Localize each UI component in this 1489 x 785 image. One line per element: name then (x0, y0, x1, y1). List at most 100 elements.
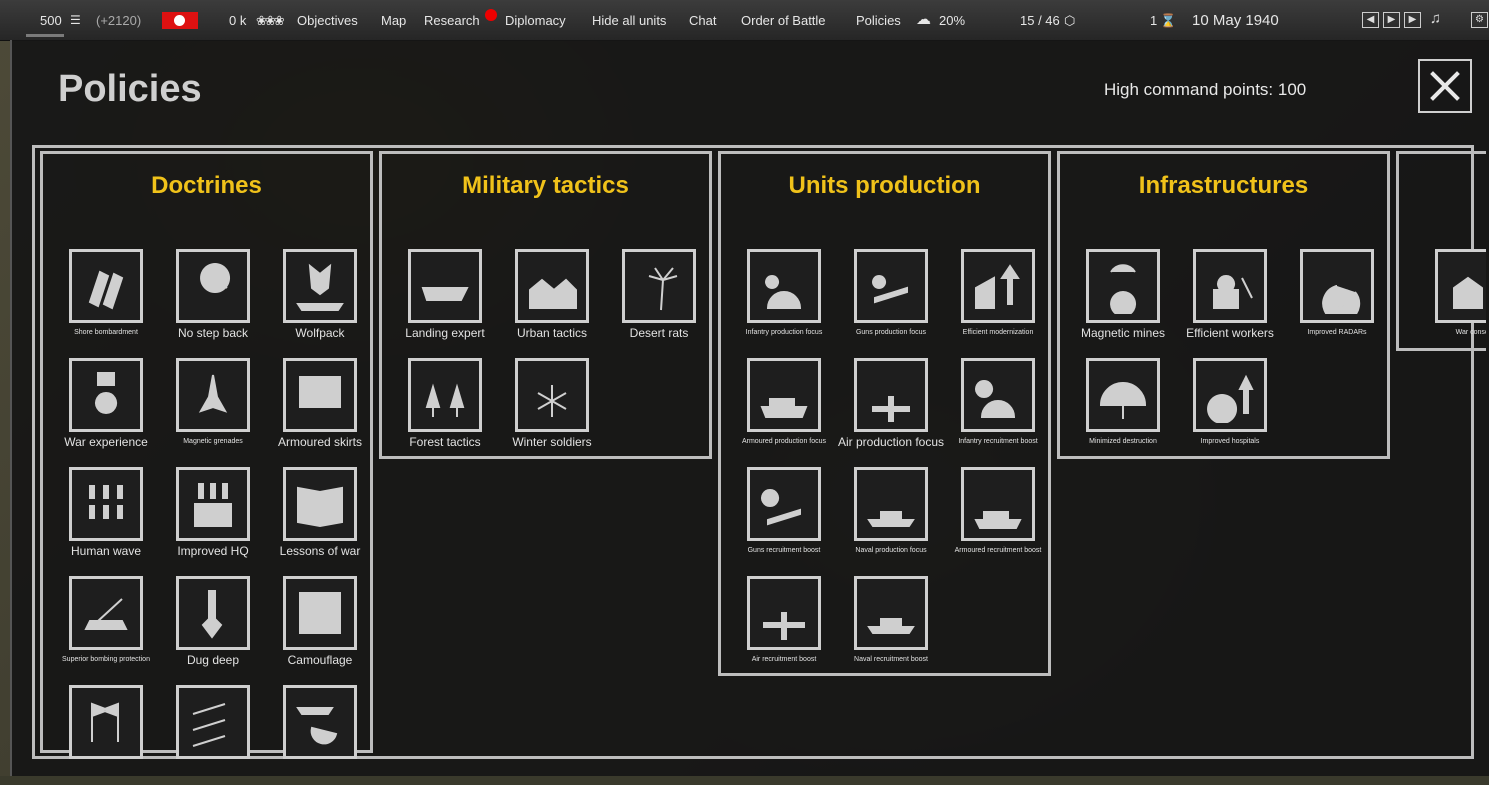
policy-card[interactable]: War consc (1419, 249, 1486, 348)
policy-icon-box[interactable] (622, 249, 696, 323)
policy-icon-box[interactable] (283, 358, 357, 432)
policy-label: Superior bombing protection (62, 656, 150, 663)
policy-icon-box[interactable] (283, 685, 357, 759)
policy-icon-box[interactable] (515, 358, 589, 432)
policy-card[interactable]: Lessons of war (267, 467, 373, 567)
policy-card[interactable] (160, 685, 266, 785)
policy-card[interactable]: Infantry recruitment boost (945, 358, 1051, 458)
policy-icon-box[interactable] (854, 576, 928, 650)
policy-card[interactable]: Guns production focus (838, 249, 944, 349)
policy-icon-box[interactable] (854, 249, 928, 323)
policy-card[interactable] (53, 685, 159, 785)
policy-icon-box[interactable] (1193, 249, 1267, 323)
policy-card[interactable]: Magnetic mines (1070, 249, 1176, 349)
snowflake-icon (537, 385, 567, 417)
policy-icon-box[interactable] (961, 249, 1035, 323)
policy-icon-box[interactable] (176, 249, 250, 323)
policy-card[interactable]: Efficient modernization (945, 249, 1051, 349)
policy-card[interactable]: Improved HQ (160, 467, 266, 567)
menu-order-of-battle[interactable]: Order of Battle (741, 13, 826, 28)
menu-research[interactable]: Research (424, 13, 480, 28)
clock-tank-icon (974, 511, 1022, 529)
policy-card[interactable]: Guns recruitment boost (731, 467, 837, 567)
policy-card[interactable]: Desert rats (606, 249, 712, 349)
policy-card[interactable] (267, 685, 373, 785)
policy-icon-box[interactable] (69, 358, 143, 432)
policy-icon-box[interactable] (747, 358, 821, 432)
policy-card[interactable]: Wolfpack (267, 249, 373, 349)
music-icon[interactable]: ♫ (1427, 11, 1444, 28)
policy-card[interactable]: Air production focus (838, 358, 944, 458)
policy-card[interactable]: Human wave (53, 467, 159, 567)
policy-icon-box[interactable] (176, 685, 250, 759)
policy-icon-box[interactable] (747, 467, 821, 541)
menu-hide-units[interactable]: Hide all units (592, 13, 666, 28)
menu-policies[interactable]: Policies (856, 13, 901, 28)
policy-card[interactable]: Armoured recruitment boost (945, 467, 1051, 567)
landing-craft-icon (421, 287, 469, 301)
policy-label: Air production focus (837, 435, 945, 449)
menu-diplomacy[interactable]: Diplomacy (505, 13, 566, 28)
policy-icon-box[interactable] (1193, 358, 1267, 432)
policy-icon-box[interactable] (283, 576, 357, 650)
policy-card[interactable]: Armoured skirts (267, 358, 373, 458)
policy-card[interactable]: Urban tactics (499, 249, 605, 349)
policy-card[interactable]: Improved RADARs (1284, 249, 1390, 349)
policy-card[interactable]: War experience (53, 358, 159, 458)
policy-icon-box[interactable] (1300, 249, 1374, 323)
policy-card[interactable]: Forest tactics (392, 358, 498, 458)
policy-card[interactable]: Superior bombing protection (53, 576, 159, 676)
menu-chat[interactable]: Chat (689, 13, 716, 28)
trees-icon (425, 383, 465, 417)
menu-objectives[interactable]: Objectives (297, 13, 358, 28)
policy-icon-box[interactable] (854, 358, 928, 432)
menu-map[interactable]: Map (381, 13, 406, 28)
skip-forward-icon[interactable]: ▶ (1404, 12, 1421, 28)
policy-card[interactable]: No step back (160, 249, 266, 349)
policy-card[interactable]: Improved hospitals (1177, 358, 1283, 458)
policy-card[interactable]: Air recruitment boost (731, 576, 837, 676)
policy-icon-box[interactable] (1435, 249, 1486, 323)
policy-card[interactable]: Landing expert (392, 249, 498, 349)
policy-card[interactable]: Armoured production focus (731, 358, 837, 458)
policy-icon-box[interactable] (854, 467, 928, 541)
policy-icon-box[interactable] (283, 249, 357, 323)
policy-icon-box[interactable] (961, 467, 1035, 541)
policy-card[interactable]: Shore bombardment (53, 249, 159, 349)
policy-icon-box[interactable] (408, 358, 482, 432)
policy-icon-box[interactable] (69, 685, 143, 759)
policy-card[interactable]: Dug deep (160, 576, 266, 676)
policy-card[interactable]: Naval production focus (838, 467, 944, 567)
policy-icon-box[interactable] (408, 249, 482, 323)
policy-icon-box[interactable] (69, 249, 143, 323)
play-pause-icon[interactable]: ▶ (1383, 12, 1400, 28)
policy-card[interactable]: Naval recruitment boost (838, 576, 944, 676)
policy-icon-box[interactable] (747, 249, 821, 323)
nation-flag-icon[interactable] (162, 12, 198, 29)
policy-icon-box[interactable] (1086, 358, 1160, 432)
settings-icon[interactable]: ⚙ (1471, 12, 1488, 28)
policy-column-units-production: Units production Infantry production focu… (718, 151, 1051, 676)
policy-icon-box[interactable] (176, 358, 250, 432)
policy-card[interactable]: Magnetic grenades (160, 358, 266, 458)
policy-card[interactable]: Infantry production focus (731, 249, 837, 349)
policy-icon-box[interactable] (515, 249, 589, 323)
air-support-icon (296, 707, 338, 745)
policy-icon-box[interactable] (176, 576, 250, 650)
close-button[interactable] (1418, 59, 1472, 113)
policy-card[interactable]: Efficient workers (1177, 249, 1283, 349)
policy-icon-box[interactable] (283, 467, 357, 541)
policy-icon-box[interactable] (961, 358, 1035, 432)
policy-card[interactable]: Minimized destruction (1070, 358, 1176, 458)
policy-icon-box[interactable] (69, 576, 143, 650)
policy-label: Infantry production focus (745, 329, 823, 336)
policy-icon-box[interactable] (747, 576, 821, 650)
policy-card[interactable]: Camouflage (267, 576, 373, 676)
shovel-icon (201, 590, 223, 639)
command-points-label: High command points: 100 (1104, 80, 1307, 99)
policy-icon-box[interactable] (1086, 249, 1160, 323)
policy-icon-box[interactable] (69, 467, 143, 541)
skip-back-icon[interactable]: ◀ (1362, 12, 1379, 28)
policy-icon-box[interactable] (176, 467, 250, 541)
policy-card[interactable]: Winter soldiers (499, 358, 605, 458)
